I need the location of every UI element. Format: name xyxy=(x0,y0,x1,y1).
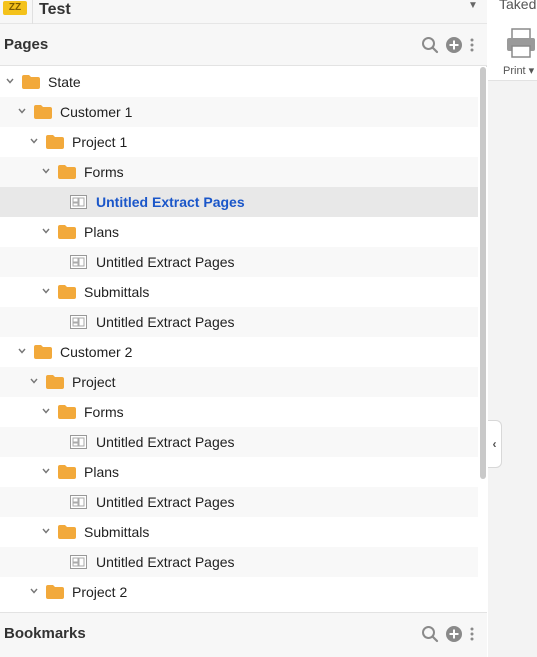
tree-item-label: Untitled Extract Pages xyxy=(96,494,235,510)
pages-sidebar: ZZ Test ▼ Pages State Customer 1 Project… xyxy=(0,0,487,657)
tree-row-folder[interactable]: Plans xyxy=(0,217,478,247)
bookmarks-panel-header: Bookmarks xyxy=(0,612,487,657)
tree-item-label: Plans xyxy=(84,224,120,240)
tree-row-page[interactable]: Untitled Extract Pages xyxy=(0,547,478,577)
toolbar-group-label: Taked xyxy=(499,0,537,12)
folder-icon xyxy=(34,345,52,359)
folder-icon xyxy=(58,285,76,299)
app-logo: ZZ xyxy=(3,1,27,15)
folder-icon xyxy=(34,105,52,119)
collapse-panel-button[interactable]: ‹ xyxy=(488,420,502,468)
bookmarks-panel-title: Bookmarks xyxy=(4,625,86,642)
tree-item-label: Untitled Extract Pages xyxy=(96,314,235,330)
tree-item-label: Submittals xyxy=(84,524,150,540)
chevron-down-icon[interactable] xyxy=(5,76,15,86)
folder-icon xyxy=(22,75,40,89)
tree-item-label: Untitled Extract Pages xyxy=(96,554,235,570)
chevron-down-icon[interactable] xyxy=(29,586,39,596)
pages-scrollbar[interactable] xyxy=(479,67,487,612)
search-icon[interactable] xyxy=(421,36,439,54)
page-thumbnail-icon xyxy=(70,195,87,209)
search-icon[interactable] xyxy=(421,625,439,643)
tree-row-folder[interactable]: State xyxy=(0,67,478,97)
tree-row-page[interactable]: Untitled Extract Pages xyxy=(0,307,478,337)
chevron-down-icon[interactable] xyxy=(41,286,51,296)
folder-icon xyxy=(46,585,64,599)
tree-row-folder[interactable]: Project 2 xyxy=(0,577,478,607)
folder-icon xyxy=(46,135,64,149)
divider xyxy=(32,0,33,24)
tree-row-folder[interactable]: Forms xyxy=(0,397,478,427)
more-options-icon[interactable] xyxy=(468,625,476,643)
tree-item-label: Customer 2 xyxy=(60,344,133,360)
page-thumbnail-icon xyxy=(70,315,87,329)
chevron-left-icon: ‹ xyxy=(492,437,497,451)
folder-icon xyxy=(46,375,64,389)
chevron-down-icon[interactable] xyxy=(41,526,51,536)
tree-item-label: Untitled Extract Pages xyxy=(96,434,235,450)
folder-icon xyxy=(58,225,76,239)
chevron-down-icon[interactable] xyxy=(29,136,39,146)
toolbar-group: Taked Print ▾ xyxy=(488,0,537,81)
tree-item-label: Project 1 xyxy=(72,134,128,150)
tree-row-page[interactable]: Untitled Extract Pages xyxy=(0,247,478,277)
add-icon[interactable] xyxy=(445,36,463,54)
page-thumbnail-icon xyxy=(70,555,87,569)
right-toolbar: Taked Print ▾ ‹ xyxy=(488,0,537,657)
document-title[interactable]: Test xyxy=(39,1,71,19)
chevron-down-icon[interactable] xyxy=(41,406,51,416)
pages-panel-title: Pages xyxy=(4,36,49,53)
chevron-down-icon[interactable] xyxy=(29,376,39,386)
tree-row-folder[interactable]: Plans xyxy=(0,457,478,487)
page-thumbnail-icon xyxy=(70,255,87,269)
print-button[interactable]: Print ▾ xyxy=(503,64,534,77)
pages-tree: State Customer 1 Project 1 Forms Untitle… xyxy=(0,67,478,612)
folder-icon xyxy=(58,525,76,539)
tree-row-folder[interactable]: Project 1 xyxy=(0,127,478,157)
chevron-down-icon[interactable]: ▼ xyxy=(468,0,478,11)
tree-item-label: Project 2 xyxy=(72,584,128,600)
tree-row-folder[interactable]: Customer 2 xyxy=(0,337,478,367)
tree-row-folder[interactable]: Submittals xyxy=(0,277,478,307)
tree-item-label: Forms xyxy=(84,164,124,180)
chevron-down-icon[interactable] xyxy=(41,466,51,476)
document-title-bar: ZZ Test ▼ xyxy=(0,0,487,24)
chevron-down-icon[interactable] xyxy=(41,166,51,176)
page-thumbnail-icon xyxy=(70,495,87,509)
tree-row-page[interactable]: Untitled Extract Pages xyxy=(0,427,478,457)
folder-icon xyxy=(58,465,76,479)
tree-row-folder[interactable]: Customer 1 xyxy=(0,97,478,127)
tree-row-folder[interactable]: Forms xyxy=(0,157,478,187)
chevron-down-icon[interactable] xyxy=(41,226,51,236)
scrollbar-thumb[interactable] xyxy=(480,67,486,479)
page-thumbnail-icon xyxy=(70,435,87,449)
tree-item-label: State xyxy=(48,74,81,90)
add-icon[interactable] xyxy=(445,625,463,643)
tree-item-label: Plans xyxy=(84,464,120,480)
tree-item-label: Submittals xyxy=(84,284,150,300)
tree-row-page-selected[interactable]: Untitled Extract Pages xyxy=(0,187,478,217)
tree-item-label: Project xyxy=(72,374,116,390)
tree-row-page[interactable]: Untitled Extract Pages xyxy=(0,487,478,517)
tree-item-label: Customer 1 xyxy=(60,104,133,120)
pages-panel-header: Pages xyxy=(0,24,487,66)
tree-row-folder[interactable]: Project xyxy=(0,367,478,397)
chevron-down-icon[interactable] xyxy=(17,346,27,356)
tree-item-label: Forms xyxy=(84,404,124,420)
folder-icon xyxy=(58,405,76,419)
folder-icon xyxy=(58,165,76,179)
print-icon[interactable] xyxy=(505,27,537,59)
chevron-down-icon[interactable] xyxy=(17,106,27,116)
tree-row-folder[interactable]: Submittals xyxy=(0,517,478,547)
tree-item-label: Untitled Extract Pages xyxy=(96,254,235,270)
tree-item-label: Untitled Extract Pages xyxy=(96,194,245,210)
more-options-icon[interactable] xyxy=(468,36,476,54)
